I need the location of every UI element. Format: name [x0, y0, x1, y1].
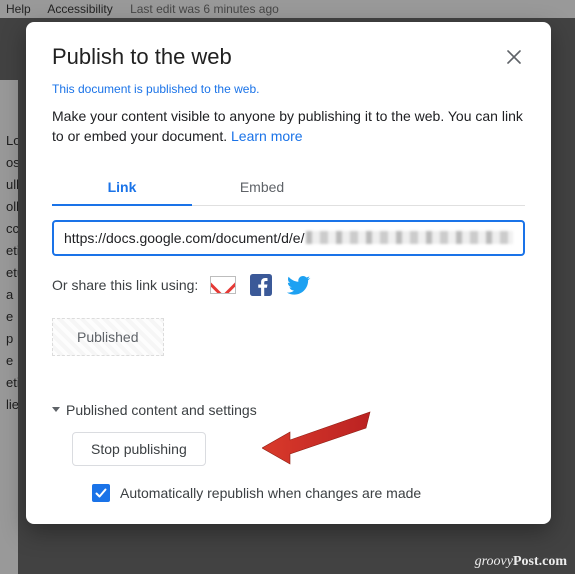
stop-publishing-button[interactable]: Stop publishing: [72, 432, 206, 466]
checkmark-icon: [95, 487, 107, 499]
tab-embed[interactable]: Embed: [192, 169, 332, 205]
annotation-arrow-icon: [262, 410, 372, 470]
learn-more-link[interactable]: Learn more: [231, 128, 303, 144]
watermark: groovyPost.com: [475, 554, 567, 570]
published-badge: Published: [52, 318, 164, 356]
publish-url-input[interactable]: https://docs.google.com/document/d/e/: [52, 220, 525, 256]
dialog-title: Publish to the web: [52, 44, 232, 70]
twitter-icon: [287, 273, 311, 297]
url-visible-part: https://docs.google.com/document/d/e/: [64, 230, 304, 246]
publish-status: This document is published to the web.: [52, 82, 525, 96]
watermark-suffix: Post.com: [513, 554, 567, 569]
share-twitter-button[interactable]: [286, 274, 312, 296]
close-icon: [507, 50, 521, 64]
publish-dialog: Publish to the web This document is publ…: [26, 22, 551, 524]
published-badge-row: Published: [52, 318, 525, 356]
auto-republish-row: Automatically republish when changes are…: [52, 484, 525, 502]
close-button[interactable]: [503, 46, 525, 68]
share-row: Or share this link using:: [52, 274, 525, 296]
url-blurred-part: [306, 231, 513, 244]
dialog-description: Make your content visible to anyone by p…: [52, 106, 525, 147]
caret-down-icon: [52, 407, 60, 412]
gmail-icon: [210, 276, 236, 294]
share-facebook-button[interactable]: [248, 274, 274, 296]
expander-label: Published content and settings: [66, 402, 257, 418]
share-gmail-button[interactable]: [210, 274, 236, 296]
watermark-prefix: groovy: [475, 554, 513, 569]
tab-bar: Link Embed: [52, 169, 525, 206]
facebook-icon: [250, 274, 272, 296]
auto-republish-label: Automatically republish when changes are…: [120, 485, 421, 501]
share-label: Or share this link using:: [52, 277, 198, 293]
settings-expander[interactable]: Published content and settings: [52, 402, 525, 418]
auto-republish-checkbox[interactable]: [92, 484, 110, 502]
tab-link[interactable]: Link: [52, 169, 192, 205]
